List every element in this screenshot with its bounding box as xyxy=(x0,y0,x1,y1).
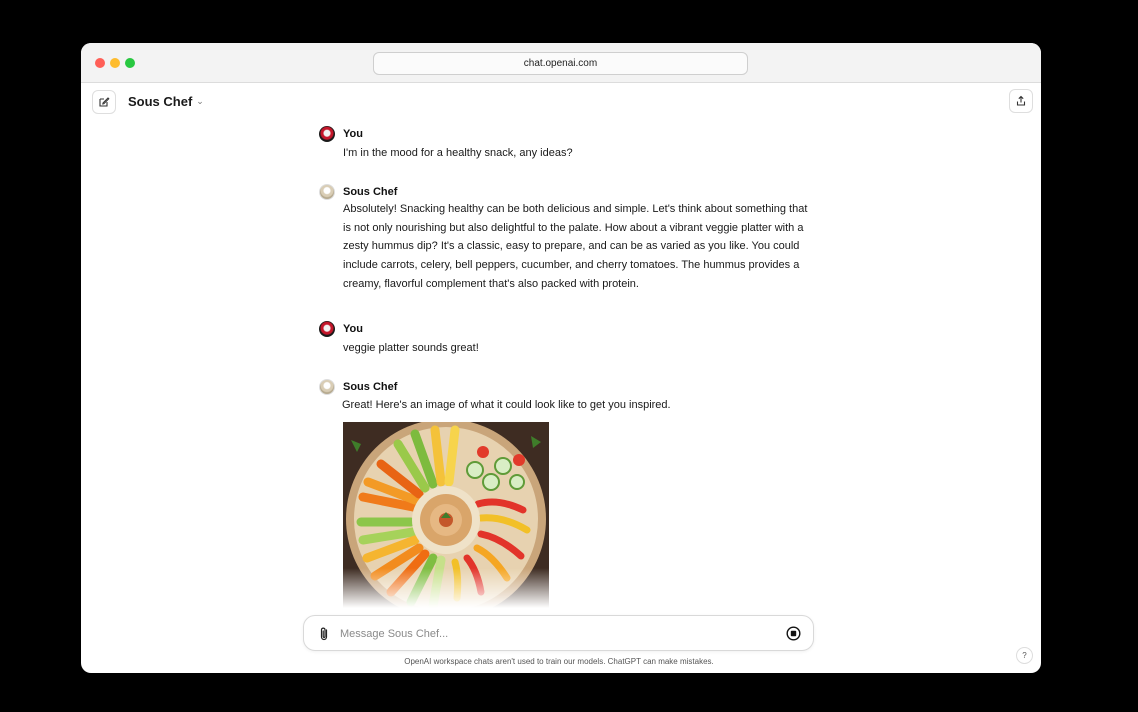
message-composer xyxy=(303,615,814,651)
model-selector[interactable]: Sous Chef ⌄ xyxy=(128,94,204,109)
avatar xyxy=(319,321,335,337)
address-bar[interactable]: chat.openai.com xyxy=(373,52,748,75)
model-name-label: Sous Chef xyxy=(128,94,193,109)
message-author: Sous Chef xyxy=(343,381,398,393)
avatar xyxy=(319,184,335,200)
browser-window: chat.openai.com Sous Chef ⌄ You I'm in t… xyxy=(81,43,1041,673)
zoom-window-button[interactable] xyxy=(125,58,135,68)
new-chat-button[interactable] xyxy=(92,90,116,114)
attach-button[interactable] xyxy=(316,625,332,643)
url-text: chat.openai.com xyxy=(523,58,598,69)
message-text: I'm in the mood for a healthy snack, any… xyxy=(343,147,573,159)
message-author: Sous Chef xyxy=(343,186,398,198)
message-author: You xyxy=(343,128,363,140)
title-bar: chat.openai.com xyxy=(81,43,1041,83)
message-text: veggie platter sounds great! xyxy=(343,342,479,354)
generated-veggie-platter-image[interactable] xyxy=(343,422,549,608)
message-input[interactable] xyxy=(340,624,770,644)
disclaimer-text: OpenAI workspace chats aren't used to tr… xyxy=(404,657,714,666)
chevron-down-icon: ⌄ xyxy=(196,96,204,106)
message-text: Absolutely! Snacking healthy can be both… xyxy=(343,203,808,290)
avatar xyxy=(319,126,335,142)
paperclip-icon xyxy=(320,627,328,641)
stop-icon[interactable] xyxy=(786,626,801,641)
chat-header: Sous Chef ⌄ xyxy=(81,83,1041,121)
minimize-window-button[interactable] xyxy=(110,58,120,68)
share-button[interactable] xyxy=(1009,89,1033,113)
image-fade xyxy=(343,568,549,608)
close-window-button[interactable] xyxy=(95,58,105,68)
edit-icon xyxy=(99,97,110,107)
message-text: Great! Here's an image of what it could … xyxy=(342,399,671,411)
share-icon xyxy=(1016,95,1026,106)
help-button[interactable]: ? xyxy=(1016,647,1033,664)
help-label: ? xyxy=(1022,651,1027,660)
avatar xyxy=(319,379,335,395)
message-author: You xyxy=(343,323,363,335)
